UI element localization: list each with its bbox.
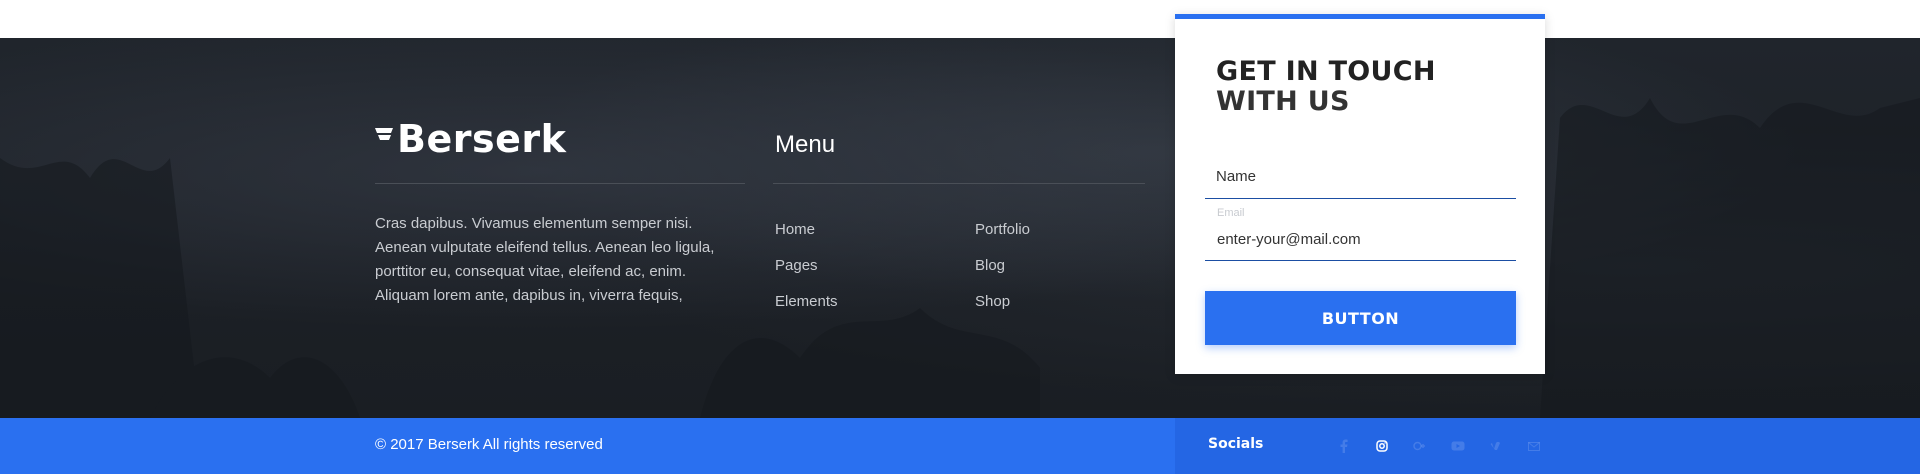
name-input[interactable]: [1205, 161, 1516, 191]
brand-name: Berserk: [397, 117, 567, 161]
contact-title-line2: WITH US: [1216, 86, 1350, 117]
menu-link-elements[interactable]: Elements: [775, 284, 838, 320]
menu-column-2: Portfolio Blog Shop: [975, 212, 1030, 320]
email-field-wrapper: Email: [1205, 205, 1516, 261]
brand-logo[interactable]: Berserk: [375, 120, 566, 158]
google-plus-icon[interactable]: [1401, 437, 1439, 455]
copyright-text: © 2017 Berserk All rights reserved: [375, 436, 603, 453]
vimeo-icon[interactable]: [1477, 437, 1515, 455]
facebook-icon[interactable]: [1325, 437, 1363, 455]
email-input[interactable]: [1205, 225, 1516, 253]
instagram-icon[interactable]: [1363, 437, 1401, 455]
socials-label: Socials: [1208, 436, 1264, 452]
contact-card: GET IN TOUCH WITH US Email BUTTON: [1175, 14, 1545, 374]
email-icon[interactable]: [1515, 437, 1553, 455]
menu-link-portfolio[interactable]: Portfolio: [975, 212, 1030, 248]
menu-column-1: Home Pages Elements: [775, 212, 838, 320]
socials-bar: Socials: [1175, 418, 1920, 474]
menu-link-home[interactable]: Home: [775, 212, 838, 248]
social-icons: [1325, 437, 1553, 455]
about-divider: [375, 183, 745, 184]
youtube-icon[interactable]: [1439, 437, 1477, 455]
menu-link-blog[interactable]: Blog: [975, 248, 1030, 284]
bottom-bar: © 2017 Berserk All rights reserved Socia…: [0, 418, 1920, 474]
contact-title-line1: GET IN TOUCH: [1216, 56, 1436, 87]
contact-title: GET IN TOUCH WITH US: [1216, 57, 1436, 117]
name-field-wrapper: [1205, 153, 1516, 199]
footer-hero-section: [0, 38, 1920, 418]
menu-title: Menu: [775, 131, 836, 158]
menu-link-pages[interactable]: Pages: [775, 248, 838, 284]
menu-link-shop[interactable]: Shop: [975, 284, 1030, 320]
about-text: Cras dapibus. Vivamus elementum semper n…: [375, 215, 715, 304]
email-label: Email: [1217, 207, 1245, 219]
logo-wing-icon: [375, 128, 393, 140]
submit-button[interactable]: BUTTON: [1205, 291, 1516, 345]
forest-background: [0, 98, 1920, 418]
menu-divider: [773, 183, 1145, 184]
